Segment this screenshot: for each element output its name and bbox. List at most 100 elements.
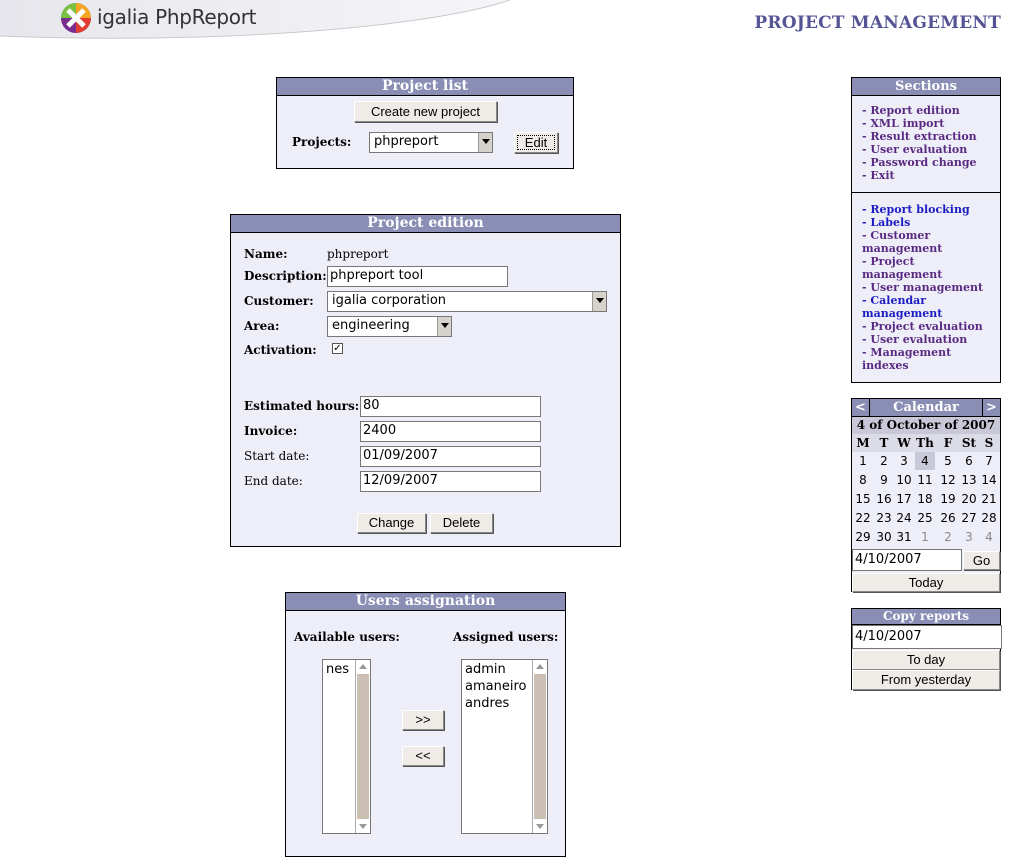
section-link[interactable]: - Calendar management: [862, 294, 996, 320]
area-select[interactable]: engineering: [327, 316, 452, 337]
section-link[interactable]: - XML import: [862, 117, 977, 130]
calendar-go-button[interactable]: Go: [963, 551, 1000, 570]
remove-user-button[interactable]: <<: [402, 746, 444, 766]
calendar-day[interactable]: 6: [959, 452, 979, 470]
calendar-day[interactable]: 21: [979, 490, 999, 508]
calendar-day[interactable]: 20: [959, 490, 979, 508]
section-link[interactable]: - Password change: [862, 156, 977, 169]
calendar-day[interactable]: 30: [874, 528, 894, 546]
chevron-down-icon: [478, 133, 492, 152]
section-link[interactable]: - User management: [862, 281, 996, 294]
calendar-prev-button[interactable]: <: [852, 399, 870, 416]
calendar-day[interactable]: 19: [938, 490, 958, 508]
scroll-up-icon[interactable]: [356, 660, 370, 673]
calendar-today-button[interactable]: Today: [852, 573, 1000, 592]
calendar-day[interactable]: 3: [959, 528, 979, 546]
available-users-list[interactable]: nes: [322, 659, 371, 834]
activation-checkbox[interactable]: ✓: [332, 343, 343, 354]
scroll-down-icon[interactable]: [356, 820, 370, 833]
projects-label: Projects:: [292, 135, 352, 149]
create-new-project-button[interactable]: Create new project: [354, 101, 497, 122]
area-select-value: engineering: [332, 318, 410, 333]
calendar-next-button[interactable]: >: [982, 399, 1000, 416]
calendar-day[interactable]: 1: [853, 452, 873, 470]
end-date-input[interactable]: 12/09/2007: [360, 471, 541, 492]
calendar-day[interactable]: 14: [979, 471, 999, 489]
calendar-day[interactable]: 2: [938, 528, 958, 546]
projects-select[interactable]: phpreport: [369, 132, 493, 153]
calendar-day[interactable]: 10: [894, 471, 914, 489]
calendar-day[interactable]: 12: [938, 471, 958, 489]
customer-select[interactable]: igalia corporation: [327, 291, 607, 312]
list-item[interactable]: andres: [465, 695, 526, 712]
edit-button[interactable]: Edit: [514, 132, 558, 153]
change-button[interactable]: Change: [357, 513, 426, 533]
calendar-day[interactable]: 5: [938, 452, 958, 470]
assigned-users-list[interactable]: admin amaneiro andres: [461, 659, 548, 834]
copy-reports-date-input[interactable]: 4/10/2007: [852, 625, 1002, 649]
scroll-thumb[interactable]: [357, 674, 369, 819]
calendar-day[interactable]: 4: [979, 528, 999, 546]
available-users-label: Available users:: [294, 630, 400, 644]
section-link[interactable]: - Exit: [862, 169, 977, 182]
calendar-day[interactable]: 7: [979, 452, 999, 470]
calendar-day[interactable]: 31: [894, 528, 914, 546]
calendar-day[interactable]: 2: [874, 452, 894, 470]
calendar-day[interactable]: 17: [894, 490, 914, 508]
chevron-down-icon: [592, 292, 606, 311]
calendar-day[interactable]: 28: [979, 509, 999, 527]
calendar-date-input[interactable]: 4/10/2007: [852, 549, 962, 571]
calendar-day[interactable]: 22: [853, 509, 873, 527]
start-date-input[interactable]: 01/09/2007: [360, 446, 541, 467]
section-link[interactable]: - User evaluation: [862, 143, 977, 156]
section-link[interactable]: - User evaluation: [862, 333, 996, 346]
section-link[interactable]: - Report edition: [862, 104, 977, 117]
calendar-day[interactable]: 25: [915, 509, 935, 527]
calendar-day[interactable]: 26: [938, 509, 958, 527]
section-link[interactable]: - Customer management: [862, 229, 996, 255]
scroll-up-icon[interactable]: [533, 660, 547, 673]
calendar-day[interactable]: 16: [874, 490, 894, 508]
calendar-day[interactable]: 13: [959, 471, 979, 489]
calendar-day[interactable]: 15: [853, 490, 873, 508]
sections-group-admin: - Report blocking - Labels - Customer mana…: [862, 203, 996, 372]
copy-to-day-button[interactable]: To day: [852, 650, 1000, 670]
section-link[interactable]: - Report blocking: [862, 203, 996, 216]
name-label: Name:: [244, 247, 288, 261]
available-users-scrollbar[interactable]: [355, 660, 370, 833]
copy-from-yesterday-button[interactable]: From yesterday: [852, 670, 1000, 690]
list-item[interactable]: nes: [326, 661, 349, 678]
description-label: Description:: [244, 269, 327, 283]
section-link[interactable]: - Project management: [862, 255, 996, 281]
delete-button[interactable]: Delete: [430, 513, 493, 533]
section-link[interactable]: - Project evaluation: [862, 320, 996, 333]
list-item[interactable]: amaneiro: [465, 678, 526, 695]
calendar-day[interactable]: 11: [915, 471, 935, 489]
estimated-hours-input[interactable]: 80: [360, 396, 541, 417]
calendar-title: Calendar: [893, 400, 959, 415]
calendar-day[interactable]: 29: [853, 528, 873, 546]
calendar-current-date: 4 of October of 2007: [852, 417, 1000, 434]
calendar-weekdays: M T W Th F St S: [852, 434, 1000, 452]
calendar-day[interactable]: 3: [894, 452, 914, 470]
section-link[interactable]: - Labels: [862, 216, 996, 229]
section-link[interactable]: - Result extraction: [862, 130, 977, 143]
calendar-panel: < Calendar > 4 of October of 2007 M T W Th F…: [851, 398, 1001, 592]
scroll-down-icon[interactable]: [533, 820, 547, 833]
calendar-day[interactable]: 23: [874, 509, 894, 527]
list-item[interactable]: admin: [465, 661, 526, 678]
calendar-day[interactable]: 4: [915, 452, 935, 470]
section-link[interactable]: - Management indexes: [862, 346, 996, 372]
page-title: PROJECT MANAGEMENT: [754, 13, 1001, 33]
calendar-day[interactable]: 18: [915, 490, 935, 508]
assigned-users-scrollbar[interactable]: [532, 660, 547, 833]
add-user-button[interactable]: >>: [402, 710, 444, 730]
calendar-day[interactable]: 9: [874, 471, 894, 489]
description-input[interactable]: phpreport tool: [327, 266, 508, 287]
invoice-input[interactable]: 2400: [360, 421, 541, 442]
calendar-day[interactable]: 1: [915, 528, 935, 546]
calendar-day[interactable]: 8: [853, 471, 873, 489]
scroll-thumb[interactable]: [534, 674, 546, 819]
calendar-day[interactable]: 24: [894, 509, 914, 527]
calendar-day[interactable]: 27: [959, 509, 979, 527]
